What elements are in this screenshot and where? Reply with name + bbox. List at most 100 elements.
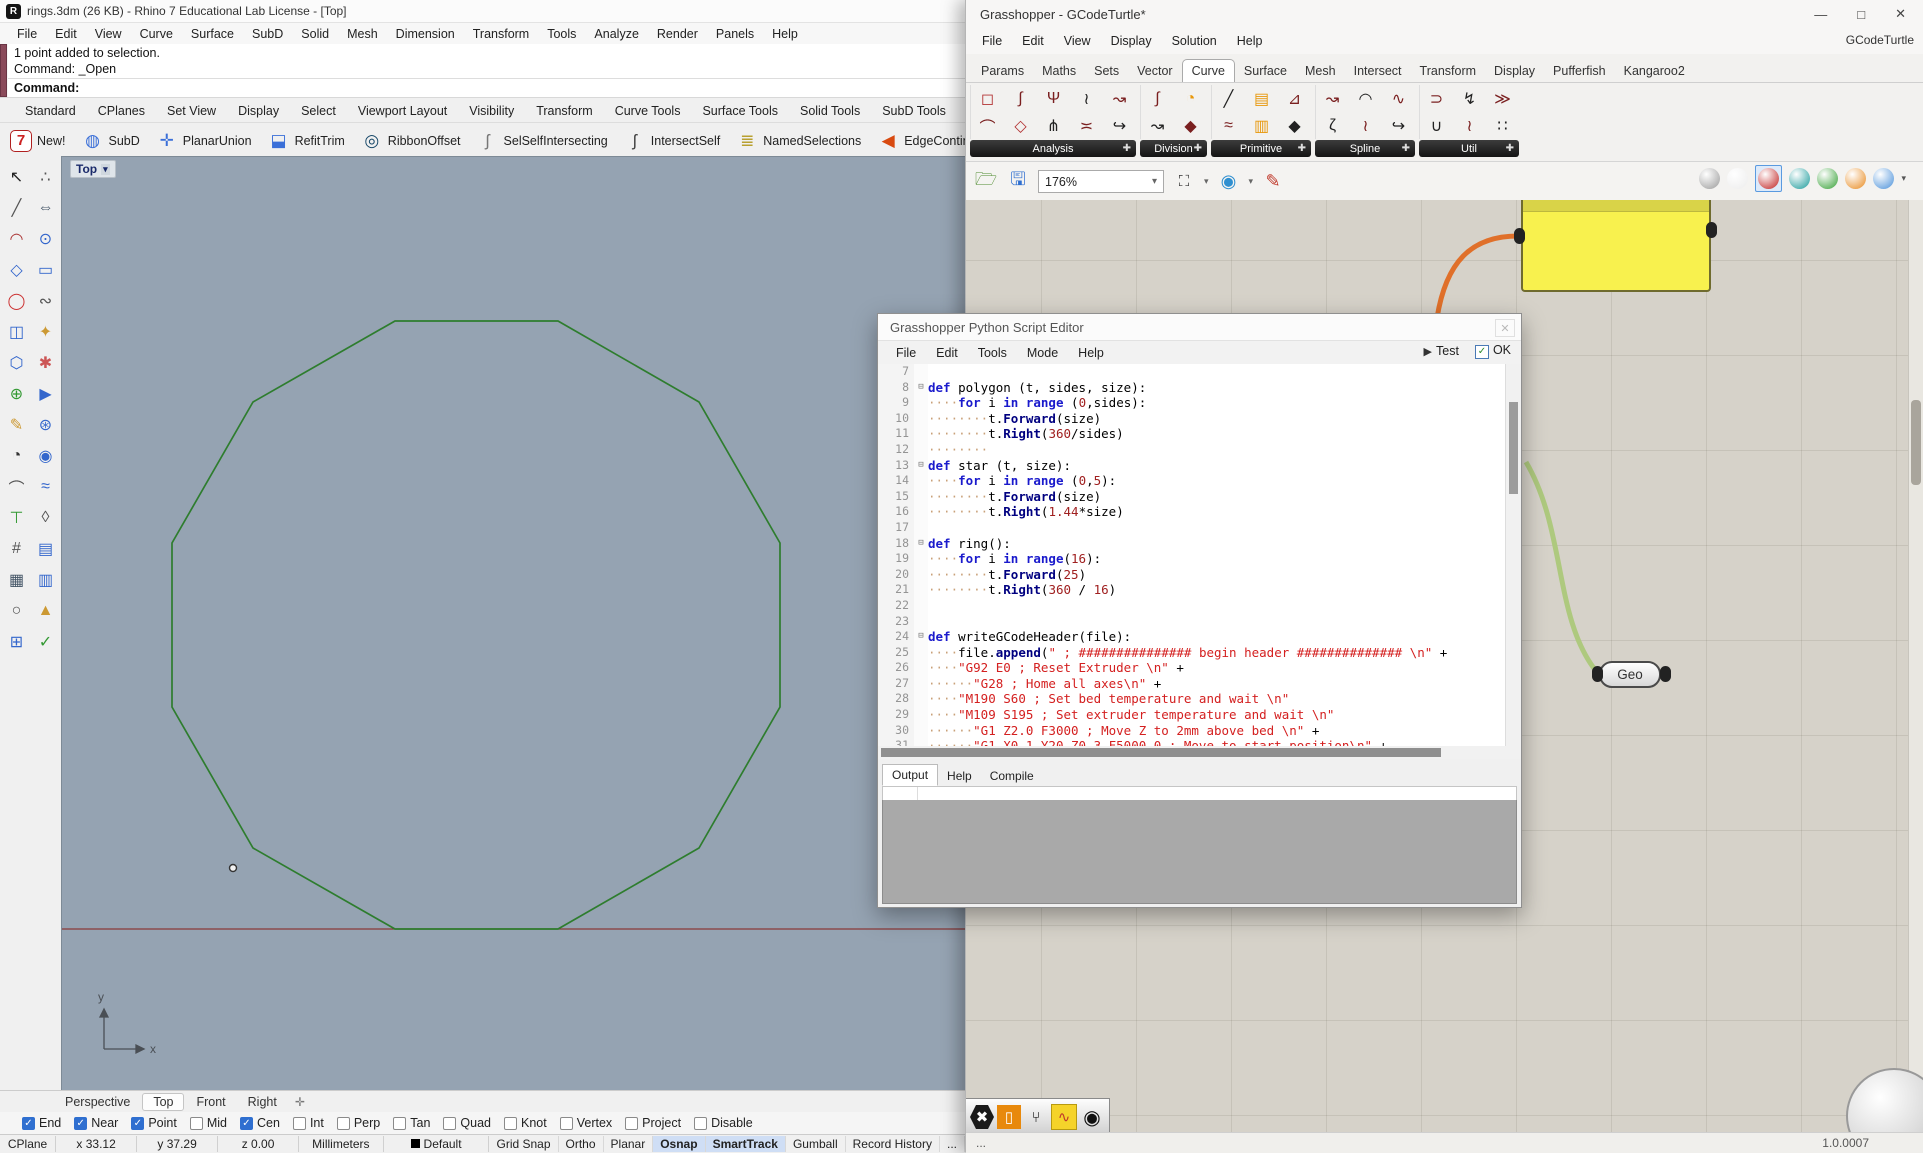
- gh-tab-pufferfish[interactable]: Pufferfish: [1544, 60, 1615, 82]
- checkbox-checked[interactable]: ✓: [74, 1117, 87, 1130]
- canvas-tool-icon-1[interactable]: ▯: [997, 1105, 1021, 1129]
- rhino-viewport-top[interactable]: y x Top ▾: [62, 157, 965, 1090]
- geo-parameter-component[interactable]: Geo: [1599, 661, 1661, 688]
- expand-plus-icon[interactable]: ✚: [1506, 143, 1514, 154]
- toolbar-tab-transform[interactable]: Transform: [525, 101, 604, 121]
- gh-menu-item-file[interactable]: File: [972, 32, 1012, 50]
- status-toggle-planar[interactable]: Planar: [604, 1136, 654, 1152]
- output-tab-compile[interactable]: Compile: [981, 766, 1043, 786]
- status-toggle--[interactable]: ...: [940, 1136, 965, 1152]
- osnap-near[interactable]: ✓Near: [74, 1116, 118, 1130]
- palette-group-label[interactable]: Analysis✚: [970, 140, 1136, 157]
- checkbox-unchecked[interactable]: [293, 1117, 306, 1130]
- display-sphere-icon-4[interactable]: [1817, 168, 1838, 189]
- gh-tab-surface[interactable]: Surface: [1235, 60, 1296, 82]
- menu-item-solid[interactable]: Solid: [292, 25, 338, 43]
- editor-menu-item-file[interactable]: File: [886, 344, 926, 362]
- component-icon[interactable]: ≫: [1486, 85, 1519, 112]
- grasshopper-titlebar[interactable]: Grasshopper - GCodeTurtle*: [966, 0, 1923, 29]
- menu-item-subd[interactable]: SubD: [243, 25, 292, 43]
- toolbar-tab-surface-tools[interactable]: Surface Tools: [691, 101, 789, 121]
- gh-tab-intersect[interactable]: Intersect: [1345, 60, 1411, 82]
- code-editor[interactable]: 7891011121314151617181920212223242526272…: [878, 364, 1521, 746]
- gh-tab-curve[interactable]: Curve: [1182, 59, 1235, 83]
- minimize-icon[interactable]: —: [1814, 7, 1827, 22]
- osnap-int[interactable]: Int: [293, 1116, 324, 1130]
- code-horizontal-scrollbar[interactable]: [878, 746, 1521, 759]
- panel-output-nub[interactable]: [1706, 222, 1717, 238]
- chevron-down-icon[interactable]: ▾: [1901, 173, 1906, 184]
- component-icon[interactable]: ◔: [1174, 85, 1207, 112]
- status-field-2[interactable]: y 37.29: [137, 1136, 218, 1152]
- viewport-tab-front[interactable]: Front: [186, 1094, 235, 1110]
- display-sphere-icon-5[interactable]: [1845, 168, 1866, 189]
- component-icon[interactable]: ◇: [1004, 112, 1037, 139]
- gh-tab-display[interactable]: Display: [1485, 60, 1544, 82]
- component-icon[interactable]: ◆: [1174, 112, 1207, 139]
- sidebar-tool-icon-8[interactable]: ◯: [2, 285, 31, 316]
- component-icon[interactable]: ↝: [1316, 85, 1349, 112]
- menu-item-edit[interactable]: Edit: [46, 25, 86, 43]
- gh-tab-kangaroo2[interactable]: Kangaroo2: [1615, 60, 1694, 82]
- sidebar-tool-icon-23[interactable]: ◊: [31, 502, 60, 533]
- menu-item-panels[interactable]: Panels: [707, 25, 763, 43]
- checkbox-checked[interactable]: ✓: [131, 1117, 144, 1130]
- status-toggle-smarttrack[interactable]: SmartTrack: [706, 1136, 786, 1152]
- viewport-tab-right[interactable]: Right: [238, 1094, 287, 1110]
- gh-tab-mesh[interactable]: Mesh: [1296, 60, 1345, 82]
- component-icon[interactable]: ∫: [1141, 85, 1174, 112]
- maximize-icon[interactable]: □: [1857, 7, 1865, 22]
- status-field-4[interactable]: Millimeters: [299, 1136, 384, 1152]
- close-icon[interactable]: ✕: [1495, 319, 1515, 337]
- fold-marker-icon[interactable]: ⊟: [914, 536, 928, 552]
- status-ellipsis[interactable]: ...: [976, 1136, 986, 1150]
- toolbar-tab-visibility[interactable]: Visibility: [458, 101, 525, 121]
- sidebar-tool-icon-5[interactable]: ⊙: [31, 223, 60, 254]
- component-icon[interactable]: ↯: [1453, 85, 1486, 112]
- component-icon[interactable]: ⊃: [1420, 85, 1453, 112]
- sidebar-tool-icon-13[interactable]: ✱: [31, 347, 60, 378]
- expand-plus-icon[interactable]: ✚: [1298, 143, 1306, 154]
- sidebar-tool-icon-19[interactable]: ◉: [31, 440, 60, 471]
- component-icon[interactable]: ∷: [1486, 112, 1519, 139]
- component-icon[interactable]: ▥: [1245, 112, 1278, 139]
- menu-item-surface[interactable]: Surface: [182, 25, 243, 43]
- toolbar-button-planarunion[interactable]: ✛PlanarUnion: [150, 127, 258, 155]
- component-icon[interactable]: ≀: [1070, 85, 1103, 112]
- toolbar-tab-curve-tools[interactable]: Curve Tools: [604, 101, 692, 121]
- checkbox-checked[interactable]: ✓: [22, 1117, 35, 1130]
- sidebar-tool-icon-24[interactable]: #: [2, 533, 31, 564]
- gh-tab-transform[interactable]: Transform: [1411, 60, 1486, 82]
- expand-plus-icon[interactable]: ✚: [1194, 143, 1202, 154]
- sidebar-tool-icon-14[interactable]: ⊕: [2, 378, 31, 409]
- toolbar-tab-viewport-layout[interactable]: Viewport Layout: [347, 101, 458, 121]
- sidebar-tool-icon-21[interactable]: ≈: [31, 471, 60, 502]
- component-icon[interactable]: ≈: [1212, 112, 1245, 139]
- sidebar-tool-icon-27[interactable]: ▥: [31, 564, 60, 595]
- component-icon[interactable]: ╱: [1212, 85, 1245, 112]
- zoom-level-select[interactable]: 176% ▾: [1038, 170, 1164, 193]
- status-toggle-grid-snap[interactable]: Grid Snap: [489, 1136, 558, 1152]
- rhino-command-history[interactable]: 1 point added to selection. Command: _Op…: [8, 44, 971, 79]
- sidebar-tool-icon-4[interactable]: ◠: [2, 223, 31, 254]
- sidebar-tool-icon-28[interactable]: ○: [2, 595, 31, 626]
- chevron-down-icon[interactable]: ▾: [101, 164, 110, 175]
- toolbar-button-intersectself[interactable]: ʃIntersectSelf: [618, 127, 726, 155]
- osnap-mid[interactable]: Mid: [190, 1116, 227, 1130]
- checkbox-unchecked[interactable]: [443, 1117, 456, 1130]
- gh-tab-vector[interactable]: Vector: [1128, 60, 1181, 82]
- sidebar-tool-icon-20[interactable]: ⌒: [2, 471, 31, 502]
- toolbar-tab-select[interactable]: Select: [290, 101, 347, 121]
- sidebar-tool-icon-7[interactable]: ▭: [31, 254, 60, 285]
- toolbar-tab-standard[interactable]: Standard: [14, 101, 87, 121]
- add-viewport-icon[interactable]: ✛: [289, 1095, 305, 1109]
- viewport-tab-top[interactable]: Top: [142, 1093, 184, 1111]
- editor-menu-item-help[interactable]: Help: [1068, 344, 1114, 362]
- menu-item-transform[interactable]: Transform: [464, 25, 539, 43]
- menu-item-render[interactable]: Render: [648, 25, 707, 43]
- sidebar-tool-icon-16[interactable]: ✎: [2, 409, 31, 440]
- component-icon[interactable]: ▤: [1245, 85, 1278, 112]
- component-icon[interactable]: ∫: [1004, 85, 1037, 112]
- toolbar-tab-display[interactable]: Display: [227, 101, 290, 121]
- menu-item-dimension[interactable]: Dimension: [387, 25, 464, 43]
